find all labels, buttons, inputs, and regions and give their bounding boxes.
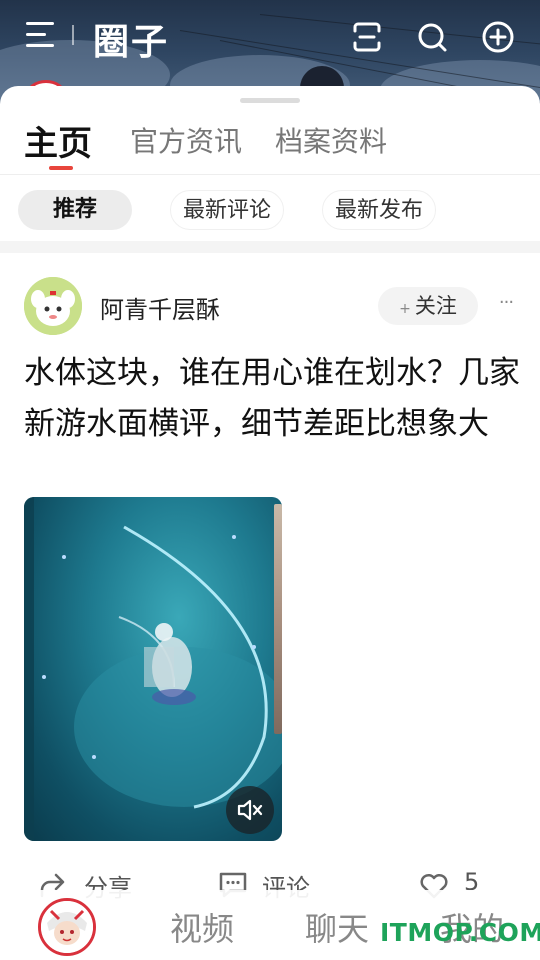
- search-icon[interactable]: [415, 20, 449, 54]
- avatar[interactable]: [24, 277, 82, 335]
- nav-item-chat[interactable]: 聊天: [305, 904, 369, 950]
- post-title[interactable]: 水体这块，谁在用心谁在划水？几家新游水面横评，细节差距比想象大: [24, 348, 520, 450]
- watermark: ITMOP.COM: [380, 918, 540, 947]
- divider: [0, 174, 540, 175]
- page-title: 圈子: [93, 22, 170, 63]
- content-sheet: 主页 官方资讯 档案资料 推荐 最新评论 最新发布 阿青千层酥 + 关注 ··· …: [0, 86, 540, 960]
- tab-home[interactable]: 主页: [24, 116, 92, 165]
- follow-label: 关注: [414, 294, 457, 318]
- scan-icon[interactable]: [350, 20, 384, 54]
- sheet-drag-handle[interactable]: [240, 98, 300, 103]
- avatar-image: [24, 277, 82, 335]
- sub-tabs: 推荐 最新评论 最新发布: [0, 186, 540, 234]
- more-options-icon[interactable]: ···: [494, 292, 518, 316]
- section-gap: [0, 241, 540, 253]
- tab-official-news[interactable]: 官方资讯: [130, 120, 242, 160]
- main-tabs: 主页 官方资讯 档案资料: [0, 120, 540, 176]
- active-tab-indicator: [49, 166, 73, 170]
- menu-icon-line: [26, 44, 54, 47]
- add-icon[interactable]: [481, 20, 515, 54]
- menu-icon[interactable]: [26, 20, 56, 50]
- chip-latest-comments[interactable]: 最新评论: [170, 190, 284, 230]
- follow-button[interactable]: + 关注: [378, 287, 478, 325]
- top-bar: 圈子: [0, 0, 540, 80]
- chip-recommended[interactable]: 推荐: [18, 190, 132, 230]
- next-media-peek[interactable]: [274, 504, 282, 734]
- nav-avatar[interactable]: [38, 898, 96, 956]
- chip-latest-posts[interactable]: 最新发布: [322, 190, 436, 230]
- author-name[interactable]: 阿青千层酥: [100, 290, 220, 325]
- mute-icon[interactable]: [226, 786, 274, 834]
- menu-icon-line: [26, 22, 54, 25]
- plus-icon: +: [399, 301, 411, 317]
- speaker-muted-icon: [237, 799, 263, 821]
- menu-icon-line: [26, 33, 46, 36]
- nav-avatar-image: [41, 901, 93, 953]
- nav-item-video[interactable]: 视频: [170, 904, 234, 950]
- tab-archive[interactable]: 档案资料: [275, 120, 387, 160]
- header-divider: [72, 25, 74, 45]
